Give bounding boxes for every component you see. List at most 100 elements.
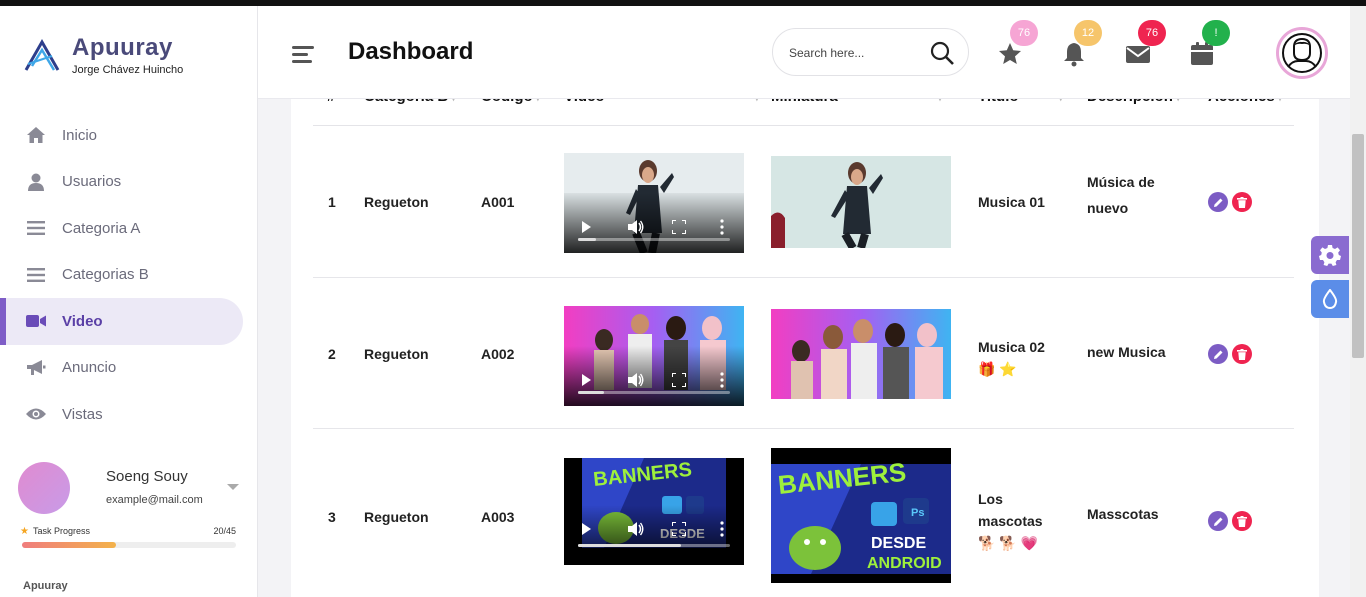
fullscreen-icon[interactable] — [672, 522, 686, 536]
task-progress-fill — [22, 542, 117, 548]
menu-toggle-icon[interactable] — [292, 46, 314, 64]
video-progress-fill — [578, 238, 597, 241]
row-description: new Musica — [1087, 344, 1166, 360]
fullscreen-icon[interactable] — [672, 373, 686, 387]
play-icon[interactable] — [582, 523, 591, 535]
thumbnail-image — [771, 309, 951, 399]
video-progress-bar[interactable] — [578, 238, 730, 241]
sidebar-item-video[interactable]: Video — [0, 298, 243, 345]
messages-button[interactable]: 76 — [1124, 20, 1166, 68]
row-code: A001 — [481, 194, 515, 210]
sidebar-item-label: Inicio — [62, 126, 98, 144]
thumbnail — [771, 156, 951, 248]
calendar-button[interactable]: ! — [1188, 20, 1230, 68]
theme-button[interactable] — [1311, 280, 1349, 318]
user-avatar[interactable] — [1276, 27, 1328, 79]
video-progress-bar[interactable] — [578, 391, 730, 394]
row-title: Los mascotas 🐕 🐕 💗 — [978, 491, 1043, 551]
home-icon — [26, 125, 46, 145]
delete-button[interactable] — [1232, 344, 1252, 364]
sidebar-nav: Inicio Usuarios Categoria A Categorias B… — [0, 112, 258, 438]
sidebar-item-usuarios[interactable]: Usuarios — [0, 159, 258, 206]
play-icon[interactable] — [582, 374, 591, 386]
favorites-button[interactable]: 76 — [996, 20, 1038, 68]
brand[interactable]: Apuuray Jorge Chávez Huincho — [22, 34, 183, 76]
user-icon — [26, 172, 46, 192]
svg-text:DESDE: DESDE — [871, 535, 926, 552]
favorites-badge: 76 — [1010, 20, 1038, 46]
delete-button[interactable] — [1232, 511, 1252, 531]
search-box — [772, 28, 969, 76]
delete-button[interactable] — [1232, 192, 1252, 212]
title-emoji: 🐕 🐕 💗 — [978, 535, 1039, 551]
droplet-icon — [1322, 289, 1338, 309]
scrollbar-thumb[interactable] — [1352, 134, 1364, 358]
search-icon[interactable] — [929, 40, 955, 66]
sidebar-item-label: Categorias B — [62, 266, 149, 284]
row-category: Regueton — [364, 346, 429, 362]
eye-icon — [26, 404, 46, 424]
svg-text:ANDROID: ANDROID — [867, 555, 942, 572]
thumbnail — [771, 309, 951, 399]
more-options-icon[interactable] — [720, 372, 724, 388]
video-player[interactable] — [564, 306, 744, 406]
settings-button[interactable] — [1311, 236, 1349, 274]
sidebar: Apuuray Jorge Chávez Huincho Inicio Usua… — [0, 6, 258, 597]
search-input[interactable] — [789, 43, 919, 63]
row-actions — [1208, 511, 1252, 531]
sidebar-item-inicio[interactable]: Inicio — [0, 112, 258, 159]
app-subtitle: Jorge Chávez Huincho — [72, 64, 184, 76]
edit-button[interactable] — [1208, 192, 1228, 212]
table-row: 3 Regueton A003 BANNERS DESDE — [313, 429, 1294, 597]
row-index: 2 — [328, 346, 336, 362]
edit-button[interactable] — [1208, 511, 1228, 531]
thumbnail: BANNERS Ps DESDE ANDROID — [771, 448, 951, 583]
sidebar-item-categoria-a[interactable]: Categoria A — [0, 205, 258, 252]
sidebar-item-label: Anuncio — [62, 359, 117, 377]
task-progress: ★ Task Progress 20/45 — [20, 526, 238, 537]
sidebar-footer-label: Apuuray — [23, 580, 68, 592]
row-category: Regueton — [364, 509, 429, 525]
notifications-badge: 12 — [1074, 20, 1102, 46]
sidebar-item-label: Categoria A — [62, 219, 141, 237]
edit-button[interactable] — [1208, 344, 1228, 364]
trash-icon — [1237, 196, 1247, 208]
notifications-button[interactable]: 12 — [1060, 20, 1102, 68]
video-controls — [564, 521, 744, 537]
window-top-bar — [0, 0, 1366, 6]
scrollbar[interactable] — [1350, 6, 1366, 597]
video-controls — [564, 372, 744, 388]
page-title: Dashboard — [348, 38, 474, 65]
play-icon[interactable] — [582, 221, 591, 233]
user-avatar-icon — [1282, 33, 1322, 73]
row-description: Música de nuevo — [1087, 174, 1155, 216]
sidebar-item-label: Video — [62, 312, 103, 330]
chevron-down-icon[interactable] — [227, 484, 239, 490]
thumbnail-image: BANNERS Ps DESDE ANDROID — [771, 448, 951, 583]
pencil-icon — [1213, 198, 1222, 207]
sidebar-item-label: Vistas — [62, 405, 103, 423]
volume-icon[interactable] — [628, 220, 644, 234]
sidebar-item-categorias-b[interactable]: Categorias B — [0, 252, 258, 299]
volume-icon[interactable] — [628, 373, 644, 387]
sidebar-item-vistas[interactable]: Vistas — [0, 391, 258, 438]
row-code: A003 — [481, 509, 515, 525]
fullscreen-icon[interactable] — [672, 220, 686, 234]
video-player[interactable]: BANNERS DESDE — [564, 458, 744, 565]
more-options-icon[interactable] — [720, 219, 724, 235]
volume-icon[interactable] — [628, 522, 644, 536]
sidebar-item-label: Usuarios — [62, 173, 122, 191]
more-options-icon[interactable] — [720, 521, 724, 537]
video-player[interactable] — [564, 153, 744, 253]
sidebar-item-anuncio[interactable]: Anuncio — [0, 345, 258, 392]
pencil-icon — [1213, 350, 1222, 359]
row-category: Regueton — [364, 194, 429, 210]
trash-icon — [1237, 515, 1247, 527]
table-row: 2 Regueton A002 Musica 02 🎁 ⭐ new Musica — [313, 278, 1294, 429]
app-name: Apuuray — [72, 34, 173, 61]
task-progress-bar — [22, 542, 236, 548]
video-progress-bar[interactable] — [578, 544, 730, 547]
brand-logo-icon — [24, 38, 60, 71]
video-progress-fill — [578, 544, 682, 547]
row-title: Musica 01 — [978, 194, 1045, 210]
